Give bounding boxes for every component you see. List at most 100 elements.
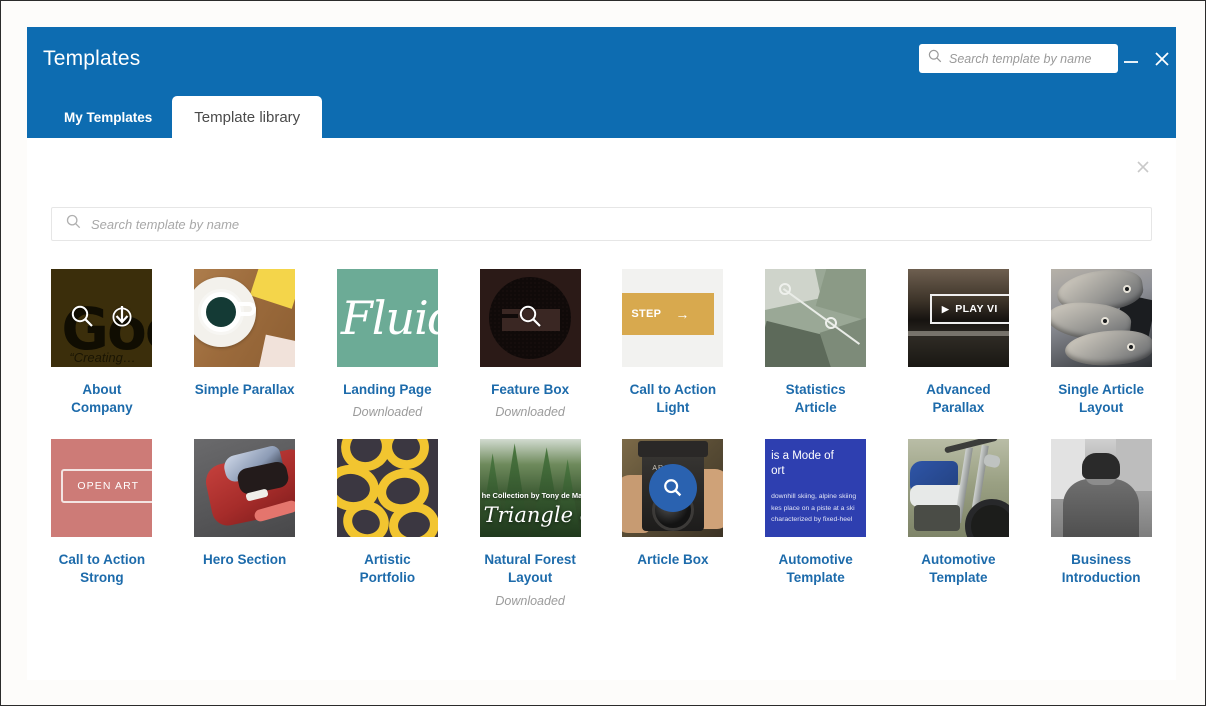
template-card[interactable]: Simple Parallax xyxy=(194,269,296,433)
arrow-right-icon: → xyxy=(675,306,689,322)
template-thumbnail[interactable]: he Collection by Tony de Ma Triangle o xyxy=(480,439,581,537)
template-thumbnail[interactable]: Fluid xyxy=(337,269,438,367)
template-thumbnail[interactable] xyxy=(337,439,438,537)
template-card[interactable]: Hero Section xyxy=(194,439,296,621)
template-search-box[interactable] xyxy=(51,207,1152,241)
thumbnail-heading: Triangle o xyxy=(484,503,581,527)
template-status: Downloaded xyxy=(353,405,423,419)
template-title: Feature Box xyxy=(491,381,569,399)
template-card[interactable]: is a Mode of ort downhill skiing, alpine… xyxy=(765,439,867,621)
thumbnail-art: STEP → xyxy=(622,269,723,367)
template-card[interactable]: Automotive Template xyxy=(908,439,1010,621)
template-title: Simple Parallax xyxy=(195,381,295,399)
template-status: Downloaded xyxy=(495,405,565,419)
thumbnail-art xyxy=(1051,439,1152,537)
template-thumbnail[interactable]: STEP → xyxy=(622,269,723,367)
thumbnail-art xyxy=(194,439,295,537)
template-thumbnail[interactable] xyxy=(765,269,866,367)
thumbnail-button: STEP → xyxy=(622,293,714,335)
template-card[interactable]: Business Introduction xyxy=(1050,439,1152,621)
search-icon xyxy=(928,49,942,68)
template-card[interactable]: Statistics Article xyxy=(765,269,867,433)
template-status: Downloaded xyxy=(495,594,565,608)
search-icon xyxy=(66,214,81,234)
thumbnail-heading: Fluid xyxy=(341,291,438,345)
download-icon[interactable] xyxy=(109,303,135,334)
thumbnail-button-label: PLAY VI xyxy=(955,303,998,315)
magnifier-icon[interactable] xyxy=(517,303,543,334)
template-thumbnail[interactable]: ▶ PLAY VI xyxy=(908,269,1009,367)
template-card[interactable]: OPEN ART Call to Action Strong xyxy=(51,439,153,621)
template-title: Call to Action Light xyxy=(622,381,724,417)
template-thumbnail[interactable] xyxy=(1051,269,1152,367)
template-card[interactable]: Artistic Portfolio xyxy=(337,439,439,621)
magnifier-icon[interactable] xyxy=(69,303,95,334)
template-title: Statistics Article xyxy=(765,381,867,417)
modal-body: Goo “Creating… xyxy=(27,138,1176,680)
template-title: Artistic Portfolio xyxy=(337,551,439,587)
thumbnail-art: ▶ PLAY VI xyxy=(908,269,1009,367)
template-title: Single Article Layout xyxy=(1050,381,1152,417)
close-window-button[interactable] xyxy=(1151,48,1173,70)
thumbnail-art: ARGUS xyxy=(622,439,723,537)
templates-modal: Templates My Templates xyxy=(27,27,1176,680)
template-card[interactable]: Single Article Layout xyxy=(1050,269,1152,433)
template-title: Article Box xyxy=(637,551,708,569)
thumbnail-art xyxy=(908,439,1009,537)
thumbnail-art: Fluid xyxy=(337,269,438,367)
template-title: Hero Section xyxy=(203,551,286,569)
thumbnail-button: ▶ PLAY VI xyxy=(930,294,1009,324)
template-thumbnail[interactable]: ARGUS xyxy=(622,439,723,537)
template-title: About Company xyxy=(51,381,153,417)
tab-template-library-label: Template library xyxy=(194,109,300,126)
thumbnail-art xyxy=(1051,269,1152,367)
thumbnail-art: he Collection by Tony de Ma Triangle o xyxy=(480,439,581,537)
template-card[interactable]: ▶ PLAY VI Advanced Parallax xyxy=(908,269,1010,433)
thumbnail-art xyxy=(337,439,438,537)
thumbnail-button-label: OPEN ART xyxy=(77,480,139,492)
minimize-button[interactable] xyxy=(1120,48,1142,70)
close-icon xyxy=(1132,156,1154,178)
template-thumbnail[interactable] xyxy=(194,269,295,367)
template-card[interactable]: ARGUS Article Box xyxy=(622,439,724,621)
thumbnail-button-label: STEP xyxy=(631,308,661,320)
template-title: Automotive Template xyxy=(765,551,867,587)
tab-my-templates-label: My Templates xyxy=(64,110,152,125)
thumbnail-heading: is a Mode of ort xyxy=(771,449,864,479)
thumbnail-subtext: he Collection by Tony de Ma xyxy=(482,491,581,500)
template-title: Landing Page xyxy=(343,381,432,399)
template-grid: Goo “Creating… xyxy=(51,269,1152,622)
thumbnail-art: is a Mode of ort downhill skiing, alpine… xyxy=(765,439,866,537)
play-icon: ▶ xyxy=(942,304,949,315)
tab-template-library[interactable]: Template library xyxy=(172,96,322,138)
template-title: Automotive Template xyxy=(908,551,1010,587)
template-title: Business Introduction xyxy=(1050,551,1152,587)
magnifier-circle-icon[interactable] xyxy=(649,464,697,512)
template-thumbnail[interactable] xyxy=(480,269,581,367)
header-search-box[interactable] xyxy=(919,44,1118,73)
thumbnail-art xyxy=(765,269,866,367)
template-thumbnail[interactable] xyxy=(194,439,295,537)
tab-my-templates[interactable]: My Templates xyxy=(44,96,172,138)
template-card[interactable]: he Collection by Tony de Ma Triangle o N… xyxy=(479,439,581,621)
template-title: Natural Forest Layout xyxy=(479,551,581,587)
thumbnail-art: OPEN ART xyxy=(51,439,152,537)
template-card[interactable]: Feature Box Downloaded xyxy=(479,269,581,433)
thumbnail-art xyxy=(194,269,295,367)
page-title: Templates xyxy=(43,47,141,71)
template-thumbnail[interactable]: Goo “Creating… xyxy=(51,269,152,367)
template-search-input[interactable] xyxy=(91,217,1137,232)
thumbnail-overlay xyxy=(51,269,152,367)
template-thumbnail[interactable]: is a Mode of ort downhill skiing, alpine… xyxy=(765,439,866,537)
template-thumbnail[interactable]: OPEN ART xyxy=(51,439,152,537)
template-card[interactable]: Goo “Creating… xyxy=(51,269,153,433)
template-thumbnail[interactable] xyxy=(1051,439,1152,537)
template-thumbnail[interactable] xyxy=(908,439,1009,537)
header-search-input[interactable] xyxy=(949,52,1109,66)
thumbnail-overlay xyxy=(480,269,581,367)
tab-strip: My Templates Template library xyxy=(27,96,322,138)
template-card[interactable]: Fluid Landing Page Downloaded xyxy=(337,269,439,433)
close-panel-button[interactable] xyxy=(1132,156,1154,178)
template-card[interactable]: STEP → Call to Action Light xyxy=(622,269,724,433)
template-title: Advanced Parallax xyxy=(908,381,1010,417)
